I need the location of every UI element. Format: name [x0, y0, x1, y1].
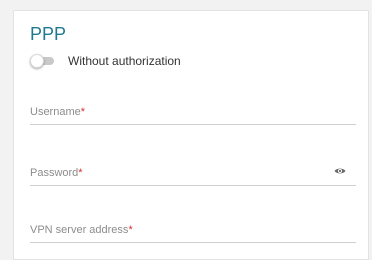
- password-label-text: Password: [30, 167, 79, 179]
- vpn-server-address-field[interactable]: VPN server address*: [30, 218, 356, 243]
- password-label: Password*: [30, 167, 83, 179]
- vpn-server-address-label-text: VPN server address: [30, 224, 129, 236]
- username-label-text: Username: [30, 106, 81, 118]
- required-mark: *: [128, 224, 133, 236]
- username-label: Username*: [30, 106, 85, 118]
- authorization-toggle[interactable]: [30, 54, 54, 68]
- username-field[interactable]: Username*: [30, 100, 356, 125]
- required-mark: *: [80, 106, 86, 118]
- ppp-settings-card: PPP Without authorization Username* Pass…: [13, 10, 369, 260]
- authorization-toggle-row: Without authorization: [30, 54, 181, 68]
- section-title: PPP: [30, 24, 67, 44]
- required-mark: *: [78, 167, 83, 179]
- eye-icon[interactable]: [334, 167, 346, 175]
- toggle-knob: [30, 54, 44, 68]
- vpn-server-address-label: VPN server address*: [30, 224, 133, 236]
- authorization-toggle-label: Without authorization: [68, 54, 181, 68]
- password-field[interactable]: Password*: [30, 161, 356, 186]
